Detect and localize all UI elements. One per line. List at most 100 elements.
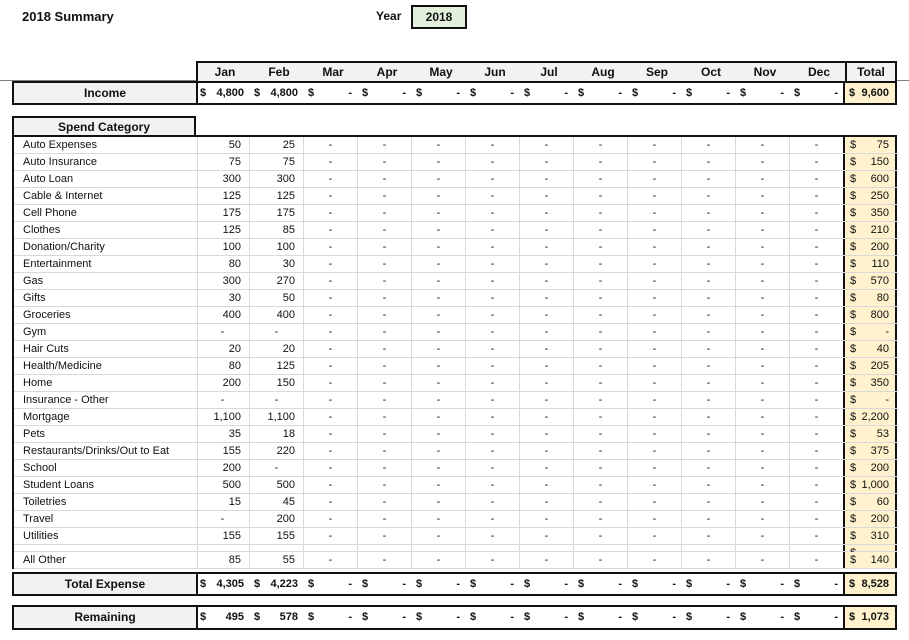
- cell-nov[interactable]: -: [736, 409, 790, 425]
- cell-feb[interactable]: 300: [250, 171, 304, 187]
- cell-sep[interactable]: -: [628, 426, 682, 442]
- cell-dec[interactable]: -: [790, 188, 844, 204]
- cell-jun[interactable]: -: [466, 392, 520, 408]
- cell-sep[interactable]: -: [628, 460, 682, 476]
- income-jun[interactable]: $ -: [466, 83, 520, 103]
- cell-nov[interactable]: -: [736, 477, 790, 493]
- cell-aug[interactable]: -: [574, 409, 628, 425]
- cell-jan[interactable]: 400: [196, 307, 250, 323]
- cell-may[interactable]: -: [412, 256, 466, 272]
- total-expense-aug[interactable]: $ -: [574, 574, 628, 594]
- cell-apr[interactable]: -: [358, 154, 412, 170]
- cell-oct[interactable]: -: [682, 171, 736, 187]
- cell-mar[interactable]: -: [304, 171, 358, 187]
- cell-may[interactable]: [412, 545, 466, 551]
- cell-may[interactable]: -: [412, 222, 466, 238]
- cell-jan[interactable]: 300: [196, 273, 250, 289]
- cell-jul[interactable]: -: [520, 273, 574, 289]
- cell-dec[interactable]: -: [790, 171, 844, 187]
- cell-dec[interactable]: -: [790, 358, 844, 374]
- cell-oct[interactable]: -: [682, 409, 736, 425]
- cell-apr[interactable]: -: [358, 443, 412, 459]
- cell-nov[interactable]: -: [736, 443, 790, 459]
- cell-jun[interactable]: -: [466, 188, 520, 204]
- cell-dec[interactable]: -: [790, 307, 844, 323]
- cell-jul[interactable]: -: [520, 409, 574, 425]
- cell-apr[interactable]: [358, 545, 412, 551]
- cell-sep[interactable]: -: [628, 324, 682, 340]
- income-dec[interactable]: $ -: [790, 83, 844, 103]
- cell-dec[interactable]: -: [790, 426, 844, 442]
- cell-jun[interactable]: -: [466, 511, 520, 527]
- cell-oct[interactable]: [682, 545, 736, 551]
- cell-jul[interactable]: -: [520, 307, 574, 323]
- cell-mar[interactable]: -: [304, 307, 358, 323]
- cell-nov[interactable]: -: [736, 171, 790, 187]
- cell-feb[interactable]: 1,100: [250, 409, 304, 425]
- cell-aug[interactable]: -: [574, 154, 628, 170]
- cell-feb[interactable]: 100: [250, 239, 304, 255]
- cell-jun[interactable]: -: [466, 290, 520, 306]
- cell-apr[interactable]: -: [358, 239, 412, 255]
- cell-jan[interactable]: -: [196, 511, 250, 527]
- income-mar[interactable]: $ -: [304, 83, 358, 103]
- cell-feb[interactable]: 125: [250, 188, 304, 204]
- cell-mar[interactable]: -: [304, 426, 358, 442]
- total-expense-nov[interactable]: $ -: [736, 574, 790, 594]
- cell-total[interactable]: $210: [843, 222, 897, 238]
- cell-total[interactable]: $200: [843, 511, 897, 527]
- cell-jun[interactable]: -: [466, 324, 520, 340]
- cell-jan[interactable]: 85: [196, 552, 250, 568]
- cell-mar[interactable]: -: [304, 528, 358, 544]
- income-aug[interactable]: $ -: [574, 83, 628, 103]
- remaining-feb[interactable]: $578: [250, 607, 304, 628]
- cell-mar[interactable]: -: [304, 273, 358, 289]
- cell-may[interactable]: -: [412, 409, 466, 425]
- cell-mar[interactable]: -: [304, 460, 358, 476]
- remaining-dec[interactable]: $ -: [790, 607, 844, 628]
- cell-jul[interactable]: -: [520, 205, 574, 221]
- cell-mar[interactable]: -: [304, 477, 358, 493]
- cell-jan[interactable]: [196, 545, 250, 551]
- cell-apr[interactable]: -: [358, 273, 412, 289]
- cell-jan[interactable]: 20: [196, 341, 250, 357]
- cell-apr[interactable]: -: [358, 477, 412, 493]
- cell-jun[interactable]: -: [466, 460, 520, 476]
- cell-apr[interactable]: -: [358, 256, 412, 272]
- cell-feb[interactable]: 75: [250, 154, 304, 170]
- cell-feb[interactable]: -: [250, 392, 304, 408]
- cell-sep[interactable]: -: [628, 171, 682, 187]
- cell-total[interactable]: $375: [843, 443, 897, 459]
- income-sep[interactable]: $ -: [628, 83, 682, 103]
- cell-jun[interactable]: -: [466, 273, 520, 289]
- cell-nov[interactable]: -: [736, 222, 790, 238]
- cell-may[interactable]: -: [412, 171, 466, 187]
- cell-sep[interactable]: -: [628, 477, 682, 493]
- cell-jan[interactable]: 100: [196, 239, 250, 255]
- cell-oct[interactable]: -: [682, 324, 736, 340]
- cell-nov[interactable]: -: [736, 358, 790, 374]
- cell-oct[interactable]: -: [682, 222, 736, 238]
- cell-sep[interactable]: -: [628, 256, 682, 272]
- cell-dec[interactable]: -: [790, 494, 844, 510]
- cell-mar[interactable]: -: [304, 154, 358, 170]
- cell-jun[interactable]: -: [466, 256, 520, 272]
- total-expense-total[interactable]: $8,528: [843, 574, 895, 594]
- cell-jun[interactable]: [466, 545, 520, 551]
- cell-sep[interactable]: -: [628, 552, 682, 568]
- cell-dec[interactable]: -: [790, 409, 844, 425]
- cell-feb[interactable]: -: [250, 460, 304, 476]
- cell-dec[interactable]: -: [790, 222, 844, 238]
- total-expense-feb[interactable]: $4,223: [250, 574, 304, 594]
- cell-jul[interactable]: -: [520, 528, 574, 544]
- cell-apr[interactable]: -: [358, 290, 412, 306]
- cell-mar[interactable]: -: [304, 324, 358, 340]
- cell-jan[interactable]: 155: [196, 443, 250, 459]
- cell-jul[interactable]: -: [520, 154, 574, 170]
- cell-jul[interactable]: -: [520, 290, 574, 306]
- cell-jun[interactable]: -: [466, 137, 520, 153]
- cell-may[interactable]: -: [412, 341, 466, 357]
- cell-oct[interactable]: -: [682, 528, 736, 544]
- total-expense-apr[interactable]: $ -: [358, 574, 412, 594]
- cell-nov[interactable]: -: [736, 290, 790, 306]
